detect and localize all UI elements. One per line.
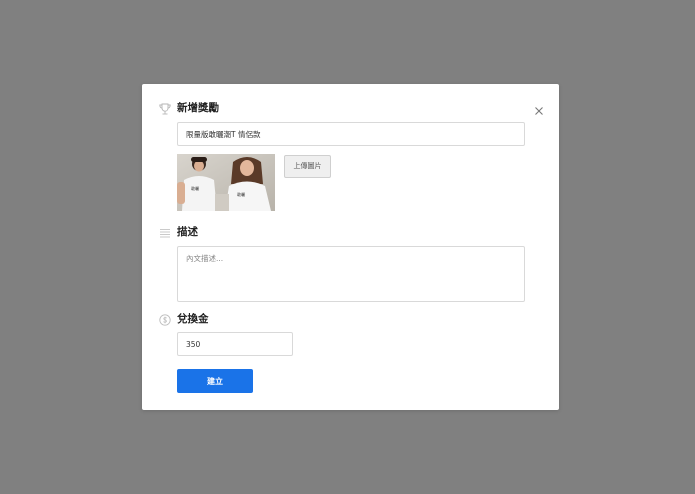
svg-text:敢曬: 敢曬: [191, 185, 199, 191]
new-reward-dialog: 新增獎勵 敢曬 敢曬 上傳圖片: [142, 84, 559, 410]
description-title: 描述: [177, 226, 198, 238]
reward-name-input[interactable]: [177, 122, 525, 146]
create-button[interactable]: 建立: [177, 369, 253, 393]
exchange-amount-input[interactable]: [177, 332, 293, 356]
upload-image-button[interactable]: 上傳圖片: [284, 155, 331, 178]
close-button[interactable]: [533, 102, 545, 115]
list-icon: [158, 225, 172, 239]
reward-image-preview: 敢曬 敢曬: [177, 154, 275, 211]
coin-icon: [158, 312, 172, 326]
svg-text:敢曬: 敢曬: [237, 191, 245, 197]
close-icon: [535, 107, 543, 115]
exchange-title: 兌換金: [177, 313, 209, 325]
trophy-icon: [158, 101, 172, 115]
description-textarea[interactable]: [177, 246, 525, 302]
dialog-title: 新增獎勵: [177, 102, 219, 114]
